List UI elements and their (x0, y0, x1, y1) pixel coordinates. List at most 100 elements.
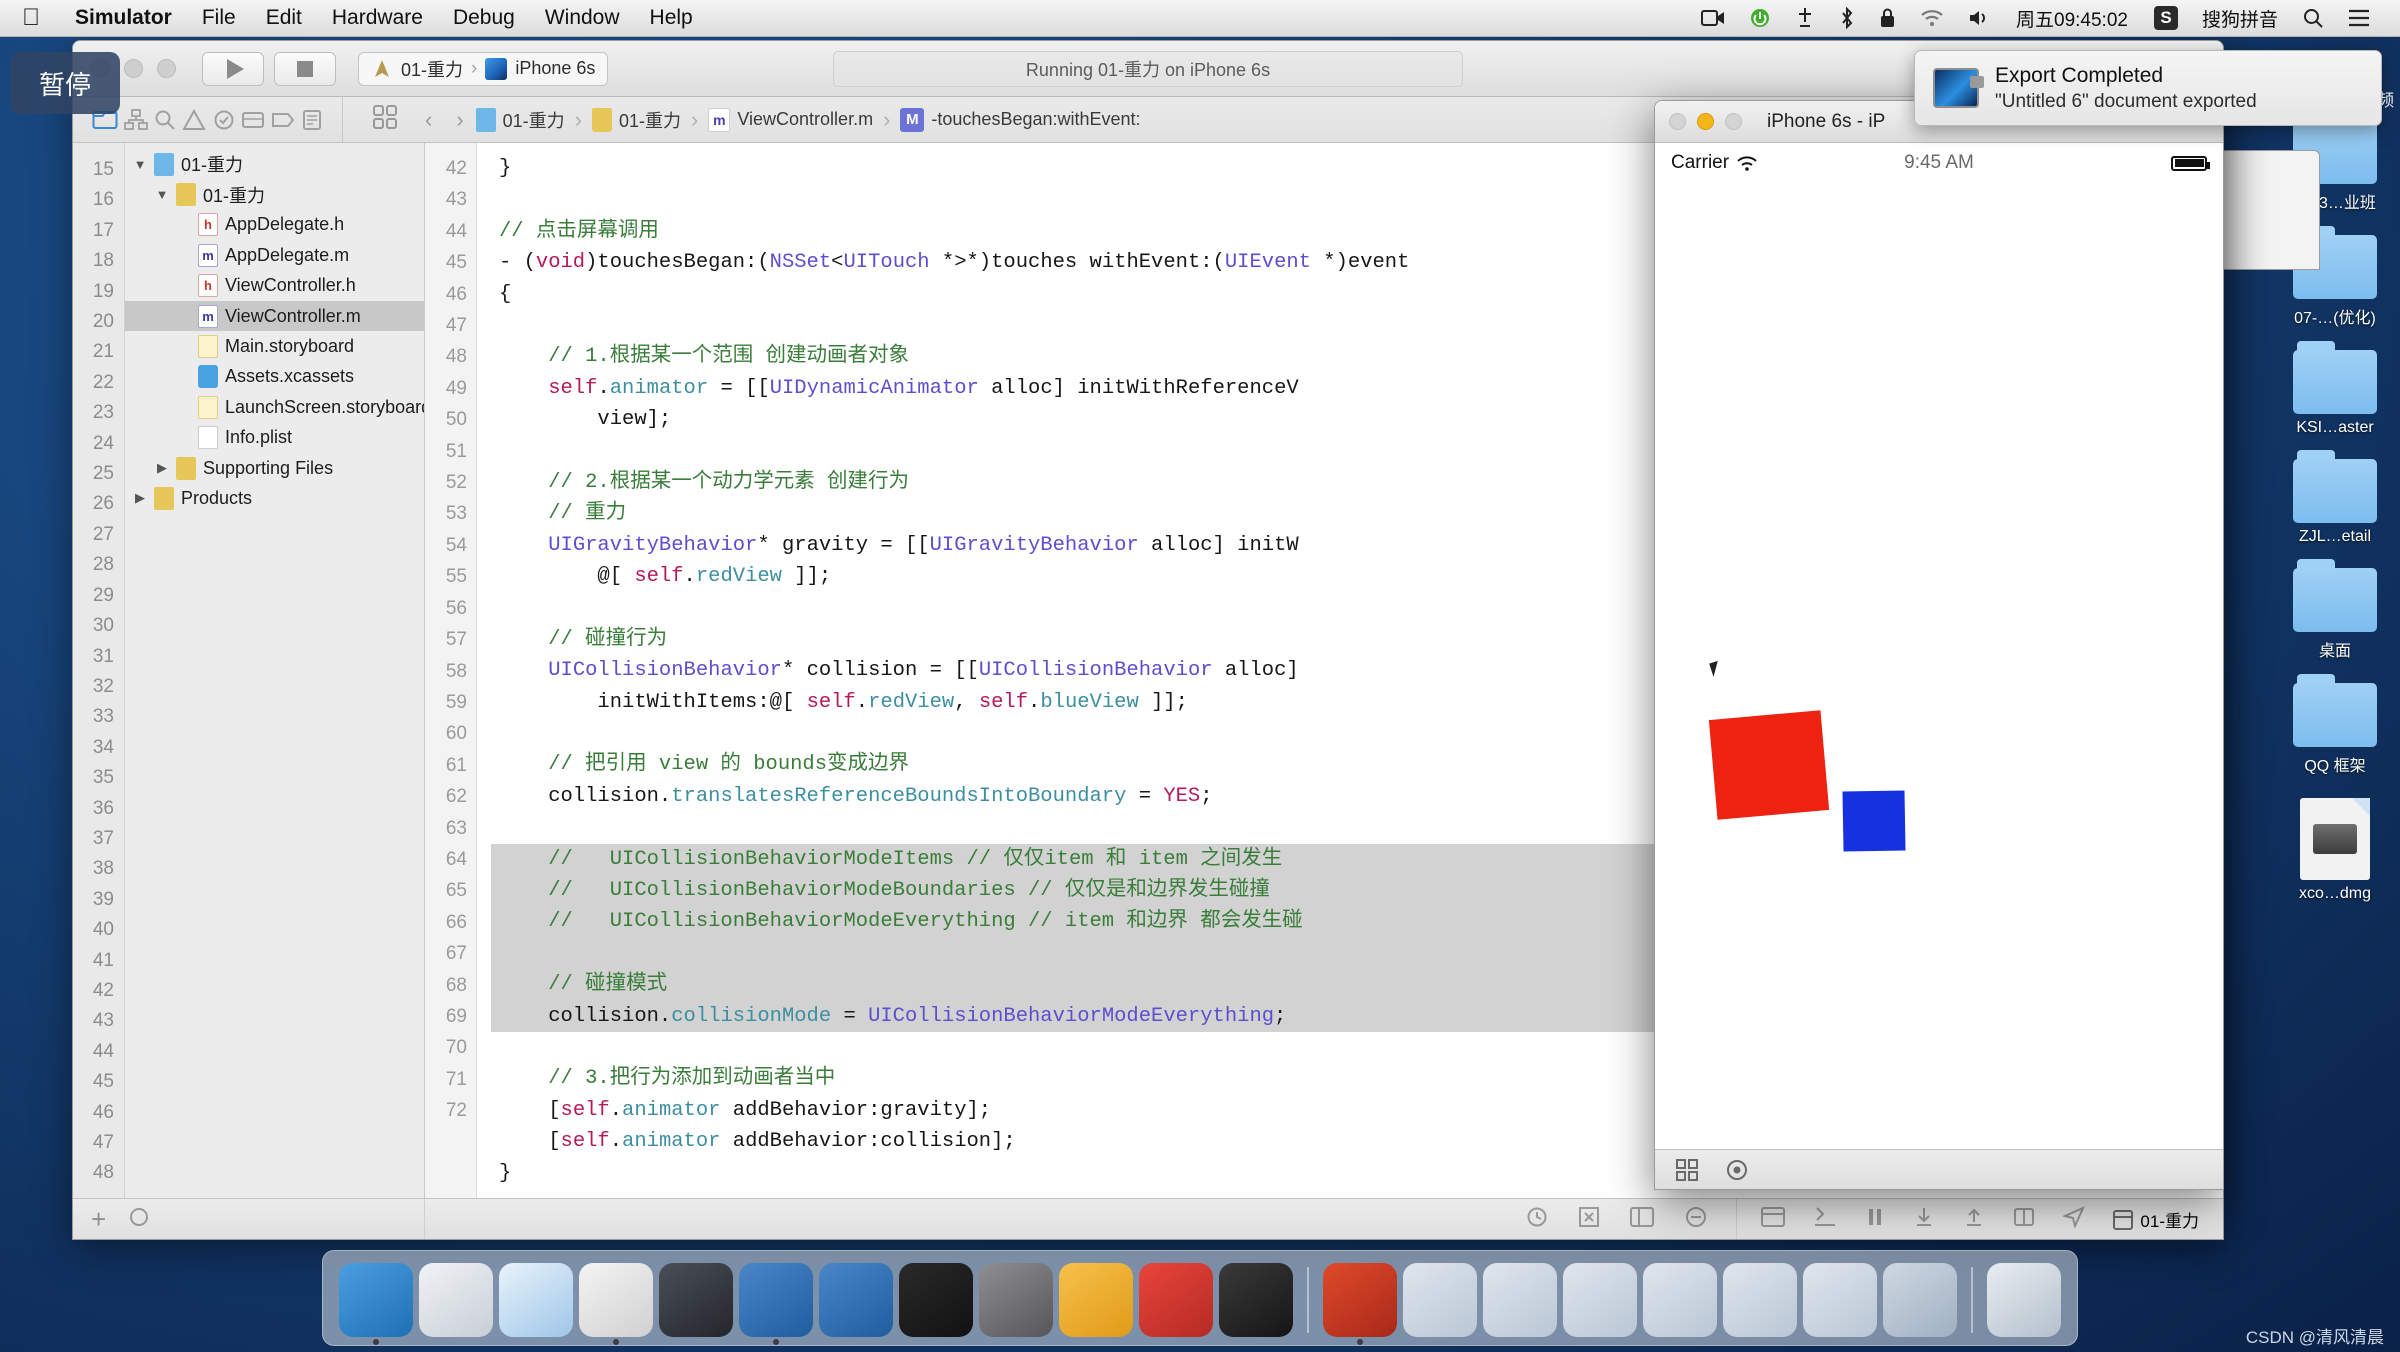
navigator-row[interactable]: ▶ Supporting Files (125, 453, 424, 483)
macos-menu-bar[interactable]:  Simulator File Edit Hardware Debug Win… (0, 0, 2400, 37)
forward-chevron-icon[interactable]: › (444, 107, 475, 133)
related-items-icon[interactable] (357, 105, 413, 134)
dock-item-terminal[interactable] (899, 1263, 973, 1337)
zoom-button[interactable] (157, 59, 176, 78)
warning-navigator-icon[interactable] (182, 108, 207, 131)
dock-item-downloads-stack[interactable] (1883, 1263, 1957, 1337)
scheme-selector[interactable]: 01-重力 › iPhone 6s (358, 51, 609, 86)
search-icon[interactable] (2290, 7, 2336, 29)
menu-edit[interactable]: Edit (251, 6, 317, 30)
console-icon[interactable] (1761, 1206, 1786, 1233)
breakpoint-navigator-icon[interactable] (271, 109, 295, 131)
add-icon[interactable]: + (91, 1204, 106, 1235)
macos-dock[interactable] (322, 1250, 2078, 1346)
collapse-icon[interactable] (1684, 1206, 1708, 1233)
notification-center-icon[interactable] (2336, 9, 2382, 27)
pause-icon[interactable] (1865, 1206, 1885, 1233)
desktop-icon[interactable]: ZJL…etail (2276, 450, 2394, 546)
simulator-screen[interactable]: Carrier 9:45 AM (1655, 143, 2223, 1149)
step-out-icon[interactable] (1963, 1206, 1985, 1233)
breadcrumb-item[interactable]: M -touchesBegan:withEvent: (900, 107, 1141, 132)
lock-icon[interactable] (1867, 7, 1908, 29)
dock-item-finder-window-3[interactable] (1563, 1263, 1637, 1337)
dock-item-finder[interactable] (339, 1263, 413, 1345)
dock-item-paw[interactable] (1139, 1263, 1213, 1337)
menu-file[interactable]: File (187, 6, 251, 30)
dock-item-imovie[interactable] (659, 1263, 733, 1337)
step-into-icon[interactable] (1913, 1206, 1935, 1233)
record-icon[interactable] (1725, 1158, 1749, 1182)
input-method-badge[interactable]: S (2142, 6, 2190, 30)
dock-item-trash[interactable] (1987, 1263, 2061, 1337)
dock-item-sketch[interactable] (1059, 1263, 1133, 1337)
dock-item-finder-window-5[interactable] (1723, 1263, 1797, 1337)
breadcrumb-item[interactable]: 01-重力 (475, 107, 565, 133)
dock-item-finder-window-4[interactable] (1643, 1263, 1717, 1337)
apple-icon[interactable]:  (22, 6, 40, 30)
dock-item-media-player[interactable] (1323, 1263, 1397, 1345)
menu-help[interactable]: Help (635, 6, 708, 30)
dock-item-xcode[interactable] (739, 1263, 813, 1345)
desktop-icon[interactable]: xco…dmg (2276, 798, 2394, 903)
navigator-row[interactable]: Main.storyboard (125, 331, 424, 361)
split-view-icon[interactable] (1630, 1206, 1655, 1233)
dock-item-simulator[interactable] (579, 1263, 653, 1345)
debug-navigator-icon[interactable] (241, 109, 265, 131)
airdrop-icon[interactable] (1783, 7, 1827, 29)
navigator-row[interactable]: ▼ 01-重力 (125, 149, 424, 179)
disclosure-triangle-icon[interactable]: ▶ (155, 460, 169, 476)
navigator-row[interactable]: Info.plist (125, 423, 424, 453)
desktop-icon[interactable]: KSI…aster (2276, 341, 2394, 437)
desktop-icon[interactable]: QQ 框架 (2276, 674, 2394, 776)
power-icon[interactable] (1737, 7, 1783, 29)
menu-bar-clock[interactable]: 周五09:45:02 (2002, 5, 2142, 32)
back-chevron-icon[interactable]: ‹ (413, 107, 444, 133)
notification-banner[interactable]: Export Completed "Untitled 6" document e… (1914, 50, 2382, 126)
search-navigator-icon[interactable] (154, 109, 176, 131)
step-over-icon[interactable] (1813, 1206, 1837, 1233)
dock-item-finder-window-6[interactable] (1803, 1263, 1877, 1337)
close-icon[interactable] (1578, 1206, 1600, 1233)
simulator-window[interactable]: iPhone 6s - iP Carrier 9:45 AM (1654, 100, 2224, 1190)
stop-button[interactable] (274, 51, 336, 86)
breadcrumb-item[interactable]: 01-重力 (592, 107, 681, 133)
wifi-icon[interactable] (1908, 9, 1956, 27)
menu-debug[interactable]: Debug (438, 6, 530, 30)
disclosure-triangle-icon[interactable]: ▼ (155, 187, 169, 202)
screen-record-icon[interactable] (1689, 9, 1737, 27)
desktop-icon[interactable]: 桌面 (2276, 559, 2394, 661)
dock-item-system-preferences[interactable] (979, 1263, 1053, 1337)
simulator-close-button[interactable] (1669, 113, 1686, 130)
navigator-row[interactable]: Assets.xcassets (125, 362, 424, 392)
navigator-row[interactable]: ▼ 01-重力 (125, 179, 424, 209)
navigator-row[interactable]: ▶ Products (125, 483, 424, 513)
menu-window[interactable]: Window (530, 6, 635, 30)
dock-item-xcode-beta[interactable] (819, 1263, 893, 1337)
run-button[interactable] (202, 51, 264, 86)
grid-icon[interactable] (1675, 1158, 1699, 1182)
minimize-button[interactable] (124, 59, 143, 78)
debug-thread-item[interactable]: 01-重力 (2113, 1207, 2199, 1232)
navigator-row[interactable]: h ViewController.h (125, 271, 424, 301)
location-icon[interactable] (2062, 1206, 2086, 1233)
filter-icon[interactable] (128, 1206, 150, 1233)
menu-simulator[interactable]: Simulator (60, 6, 187, 30)
clock-icon[interactable] (1526, 1206, 1548, 1233)
disclosure-triangle-icon[interactable]: ▼ (133, 157, 147, 172)
input-method-label[interactable]: 搜狗拼音 (2190, 5, 2290, 32)
code-line[interactable] (491, 1189, 2223, 1198)
report-navigator-icon[interactable] (301, 109, 323, 131)
navigator-row[interactable]: m ViewController.m (125, 300, 424, 332)
dock-item-launchpad[interactable] (419, 1263, 493, 1337)
simulator-zoom-button[interactable] (1725, 113, 1742, 130)
dock-item-safari[interactable] (499, 1263, 573, 1337)
bluetooth-icon[interactable] (1827, 7, 1867, 29)
navigator-row[interactable]: LaunchScreen.storyboard (125, 392, 424, 422)
menu-hardware[interactable]: Hardware (317, 6, 438, 30)
navigator-row[interactable]: m AppDelegate.m (125, 240, 424, 270)
test-navigator-icon[interactable] (213, 109, 235, 131)
menu-bar-status-items[interactable]: 周五09:45:02 S 搜狗拼音 (1689, 5, 2400, 32)
dock-item-finder-window-1[interactable] (1403, 1263, 1477, 1337)
stack-icon[interactable] (2013, 1206, 2035, 1233)
hierarchy-navigator-icon[interactable] (124, 108, 149, 131)
